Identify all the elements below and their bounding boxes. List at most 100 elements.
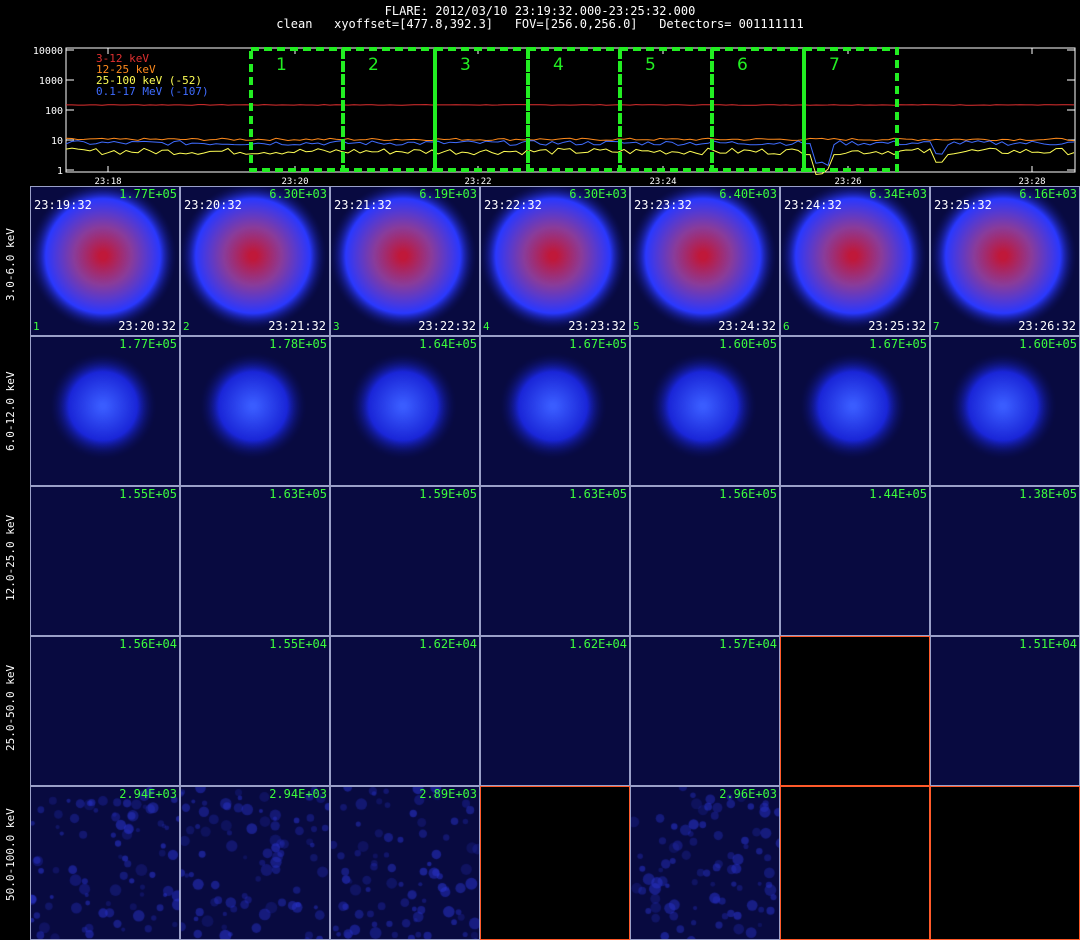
image-map: [781, 337, 929, 485]
image-cell: 1.51E+04: [930, 636, 1080, 786]
empty-image-cell: [930, 786, 1080, 940]
legend-entry: 0.1-17 MeV (-107): [96, 85, 209, 98]
image-cell: 1.57E+04: [630, 636, 780, 786]
start-time: 23:24:32: [784, 198, 842, 212]
end-time: 23:22:32: [418, 319, 476, 333]
interval-box: [341, 47, 437, 172]
image-map: [331, 337, 479, 485]
curve-12-25kev: [65, 137, 1075, 142]
image-cell: 1.55E+05: [30, 486, 180, 636]
curve-3-12kev: [66, 104, 1075, 106]
curve-0.1-17mev: [65, 140, 1075, 167]
start-time: 23:25:32: [934, 198, 992, 212]
image-map: [481, 637, 629, 785]
peak-value: 6.34E+03: [869, 187, 927, 201]
peak-value: 1.62E+04: [419, 637, 477, 651]
image-cell: 6.30E+03 23:20:32 23:21:32 2: [180, 186, 330, 336]
x-tick-label: 23:28: [1018, 177, 1045, 186]
image-cell: 6.34E+03 23:24:32 23:25:32 6: [780, 186, 930, 336]
image-map: [631, 487, 779, 635]
plot-subtitle: clean xyoffset=[477.8,392.3] FOV=[256.0,…: [276, 17, 804, 31]
image-cell: 1.63E+05: [480, 486, 630, 636]
image-map: [331, 787, 479, 939]
image-map: [31, 337, 179, 485]
row-band-label: 6.0-12.0 keV: [4, 371, 17, 451]
peak-value: 1.60E+05: [719, 337, 777, 351]
peak-value: 1.56E+04: [119, 637, 177, 651]
y-tick-label: 1000: [39, 76, 63, 87]
row-band-label: 25.0-50.0 keV: [4, 664, 17, 751]
interval-box: [433, 47, 530, 172]
y-tick-label: 1: [57, 166, 63, 177]
peak-value: 1.44E+05: [869, 487, 927, 501]
end-time: 23:26:32: [1018, 319, 1076, 333]
image-cell: 2.89E+03: [330, 786, 480, 940]
image-map: [31, 787, 179, 939]
peak-value: 1.56E+05: [719, 487, 777, 501]
image-cell: 1.77E+05: [30, 336, 180, 486]
interval-label: 7: [829, 55, 840, 75]
y-tick-label: 10: [51, 136, 63, 147]
x-tick-label: 23:24: [649, 177, 676, 186]
peak-value: 1.60E+05: [1019, 337, 1077, 351]
image-map: [331, 487, 479, 635]
image-cell: 2.94E+03: [180, 786, 330, 940]
end-time: 23:20:32: [118, 319, 176, 333]
y-tick-label: 100: [45, 106, 63, 117]
image-map: [181, 337, 329, 485]
interval-label: 2: [368, 55, 379, 75]
peak-value: 6.40E+03: [719, 187, 777, 201]
empty-image-cell: [780, 786, 930, 940]
peak-value: 1.57E+04: [719, 637, 777, 651]
image-cell: 6.40E+03 23:23:32 23:24:32 5: [630, 186, 780, 336]
peak-value: 1.77E+05: [119, 187, 177, 201]
lightcurve-frame: [65, 47, 1076, 173]
end-time: 23:25:32: [868, 319, 926, 333]
peak-value: 1.62E+04: [569, 637, 627, 651]
lightcurve-plot: 10000 1000 100 10 1 23:18 23:20 23:22 23:24 23:26…: [33, 46, 1076, 186]
start-time: 23:20:32: [184, 198, 242, 212]
end-time: 23:21:32: [268, 319, 326, 333]
peak-value: 6.16E+03: [1019, 187, 1077, 201]
image-map: [931, 487, 1079, 635]
image-cell: 6.30E+03 23:22:32 23:23:32 4: [480, 186, 630, 336]
image-cell: 1.60E+05: [930, 336, 1080, 486]
interval-box: [618, 47, 714, 172]
frame-index: 3: [333, 320, 340, 333]
image-map: [31, 487, 179, 635]
x-tick-label: 23:26: [834, 177, 861, 186]
peak-value: 1.67E+05: [869, 337, 927, 351]
interval-label: 5: [645, 55, 656, 75]
image-cell: 2.94E+03: [30, 786, 180, 940]
peak-value: 2.96E+03: [719, 787, 777, 801]
peak-value: 6.30E+03: [269, 187, 327, 201]
peak-value: 1.51E+04: [1019, 637, 1077, 651]
frame-index: 2: [183, 320, 190, 333]
image-map: [931, 337, 1079, 485]
image-cell: 1.78E+05: [180, 336, 330, 486]
image-map: [181, 637, 329, 785]
image-cell: 2.96E+03: [630, 786, 780, 940]
row-band-label: 12.0-25.0 keV: [4, 514, 17, 601]
image-map: [631, 787, 779, 939]
interval-label: 4: [553, 55, 564, 75]
peak-value: 2.94E+03: [269, 787, 327, 801]
peak-value: 6.19E+03: [419, 187, 477, 201]
peak-value: 1.67E+05: [569, 337, 627, 351]
image-map: [31, 637, 179, 785]
interval-label: 3: [460, 55, 471, 75]
end-time: 23:24:32: [718, 319, 776, 333]
image-cell: 1.67E+05: [480, 336, 630, 486]
image-map: [631, 637, 779, 785]
image-cell: 1.62E+04: [480, 636, 630, 786]
peak-value: 6.30E+03: [569, 187, 627, 201]
peak-value: 1.55E+05: [119, 487, 177, 501]
image-cell: 1.55E+04: [180, 636, 330, 786]
frame-index: 1: [33, 320, 40, 333]
peak-value: 1.59E+05: [419, 487, 477, 501]
peak-value: 1.78E+05: [269, 337, 327, 351]
image-map: [331, 637, 479, 785]
peak-value: 1.63E+05: [569, 487, 627, 501]
interval-label: 6: [737, 55, 748, 75]
image-map: [931, 637, 1079, 785]
